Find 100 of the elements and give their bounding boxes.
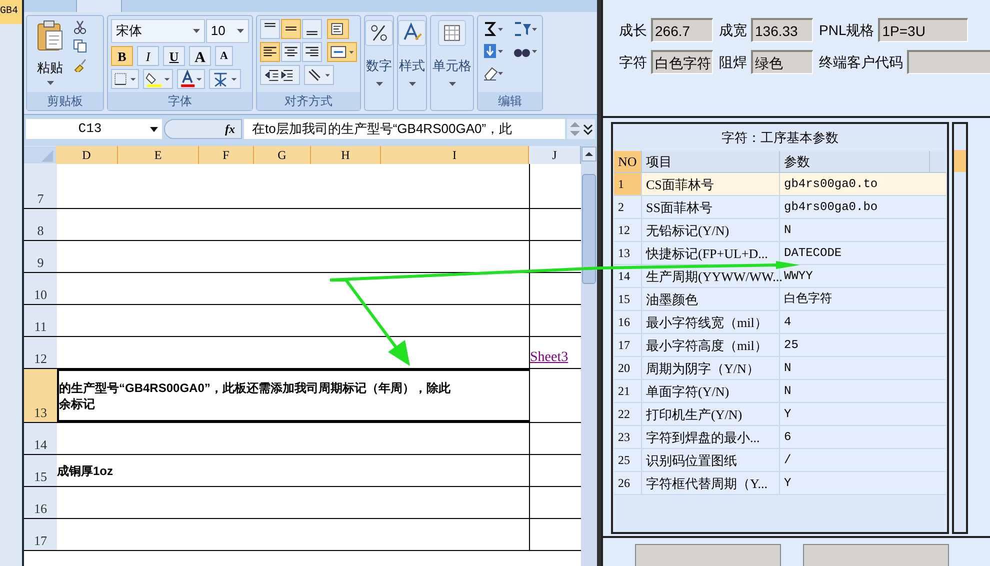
row-header[interactable]: 11	[24, 305, 57, 336]
table-cell-text: 25	[783, 337, 800, 354]
row-number[interactable]: 25	[614, 449, 642, 471]
row-header[interactable]: 13	[24, 369, 57, 422]
field-label: 终端客户代码	[819, 52, 903, 72]
sort-filter-icon[interactable]	[513, 21, 537, 37]
wrap-text-icon[interactable]	[327, 19, 349, 39]
row-header[interactable]: 14	[24, 423, 57, 454]
group-label: 编辑	[498, 93, 522, 110]
styles-icon[interactable]	[398, 20, 426, 46]
copy-icon[interactable]	[73, 39, 87, 53]
name-box[interactable]: C13	[26, 119, 162, 139]
eraser-icon[interactable]	[483, 65, 505, 81]
table-cell-text: N	[783, 383, 792, 400]
table-cell-text: /	[783, 452, 792, 469]
scissors-icon[interactable]	[73, 20, 87, 34]
align-middle-icon[interactable]	[281, 19, 301, 39]
row-number[interactable]: 1	[614, 173, 642, 195]
scrollbar-thumb[interactable]	[582, 174, 596, 284]
row-number[interactable]: 26	[614, 472, 642, 494]
row-number[interactable]: 15	[614, 288, 642, 310]
format-underline-button[interactable]: U	[163, 46, 185, 66]
vertical-scrollbar[interactable]	[581, 146, 597, 566]
row-header[interactable]: 10	[24, 273, 57, 304]
text-field[interactable]: 1P=3U	[878, 18, 968, 42]
ribbon-button[interactable]: 数字	[366, 56, 392, 76]
ribbon-button[interactable]: 样式	[399, 56, 425, 76]
ribbon-button[interactable]: 单元格	[432, 56, 472, 76]
column-header[interactable]: E	[118, 146, 199, 164]
clipboard-icon[interactable]	[35, 20, 65, 52]
column-header[interactable]: D	[56, 146, 118, 164]
row-header[interactable]: 12	[24, 337, 57, 368]
row-number[interactable]: 2	[614, 196, 642, 218]
row-header[interactable]: 15	[24, 455, 57, 486]
align-bottom-icon[interactable]	[302, 19, 322, 39]
text-field[interactable]	[907, 50, 990, 74]
table-cell-text: DATECODE	[783, 245, 843, 262]
sigma-icon[interactable]	[483, 21, 505, 37]
paintbrush-icon[interactable]	[73, 58, 87, 72]
column-header[interactable]: NO	[614, 151, 642, 172]
text-field[interactable]: 白色字符	[651, 50, 713, 74]
font-color-icon[interactable]	[177, 69, 205, 89]
row-number[interactable]: 14	[614, 265, 642, 287]
column-header[interactable]: F	[199, 146, 254, 164]
row-header[interactable]: 8	[24, 209, 57, 240]
table-cell-text: Y	[783, 406, 792, 423]
font-size-field[interactable]: 10	[206, 19, 249, 43]
format-bold-button[interactable]: B	[111, 46, 133, 66]
text-orientation-icon[interactable]	[304, 65, 334, 85]
row-header[interactable]: 7	[24, 164, 57, 208]
row-header[interactable]: 17	[24, 519, 57, 550]
sheet-link[interactable]: Sheet3	[530, 347, 568, 368]
row-number[interactable]: 20	[614, 357, 642, 379]
align-left-icon[interactable]	[260, 42, 280, 62]
text-field[interactable]: 绿色	[751, 50, 813, 74]
format-italic-button[interactable]: I	[137, 46, 159, 66]
scroll-up-icon[interactable]	[581, 146, 597, 162]
column-header[interactable]: 参数	[780, 151, 930, 172]
column-header[interactable]: J	[529, 146, 581, 164]
cell-text: 的生产型号“GB4RS00GA0”，此板还需添加我司周期标记（年周），除此	[59, 380, 452, 396]
table-grid-icon[interactable]	[438, 20, 466, 46]
row-number[interactable]: 17	[614, 334, 642, 356]
row-header[interactable]: 16	[24, 487, 57, 518]
formula-field[interactable]: 在to层加我司的生产型号“GB4RS00GA0”，此	[244, 119, 565, 139]
fill-down-icon[interactable]	[483, 43, 505, 59]
table-cell-text: WWYY	[783, 268, 814, 285]
group-label: 剪贴板	[47, 93, 83, 110]
phonetic-guide-icon[interactable]	[209, 69, 241, 89]
align-right-icon[interactable]	[302, 42, 322, 62]
row-number[interactable]: 12	[614, 219, 642, 241]
align-center-icon[interactable]	[281, 42, 301, 62]
shrink-font-button[interactable]: A	[215, 46, 233, 66]
dropdown-caret-icon[interactable]	[237, 29, 244, 33]
grow-font-button[interactable]: A	[189, 46, 211, 66]
expand-formula-bar-icon[interactable]	[567, 119, 595, 139]
row-number[interactable]: 13	[614, 242, 642, 264]
dropdown-caret-icon[interactable]	[192, 29, 200, 33]
insert-function-button[interactable]: fx	[164, 119, 242, 139]
dropdown-caret-icon[interactable]	[150, 126, 158, 132]
percent-icon[interactable]	[365, 20, 393, 46]
merge-cells-icon[interactable]	[327, 42, 357, 62]
decrease-indent-icon[interactable]	[260, 65, 300, 85]
column-header[interactable]: 项目	[642, 151, 780, 172]
borders-icon[interactable]	[111, 69, 139, 89]
column-header[interactable]: G	[254, 146, 311, 164]
table-cell: SS面菲林号	[642, 196, 780, 218]
table-cell-text: gb4rs00ga0.to	[783, 176, 879, 193]
align-top-icon[interactable]	[260, 19, 280, 39]
column-header[interactable]: H	[311, 146, 381, 164]
row-number[interactable]: 21	[614, 380, 642, 402]
fill-color-icon[interactable]	[143, 69, 173, 89]
text-field[interactable]: 266.7	[651, 18, 713, 42]
row-number[interactable]: 23	[614, 426, 642, 448]
column-header[interactable]: I	[381, 146, 529, 164]
row-number[interactable]: 16	[614, 311, 642, 333]
font-name-field[interactable]: 宋体	[111, 19, 205, 43]
row-header[interactable]: 9	[24, 241, 57, 272]
paste-button[interactable]: 粘贴	[33, 58, 67, 78]
row-number[interactable]: 22	[614, 403, 642, 425]
text-field[interactable]: 136.33	[751, 18, 813, 42]
